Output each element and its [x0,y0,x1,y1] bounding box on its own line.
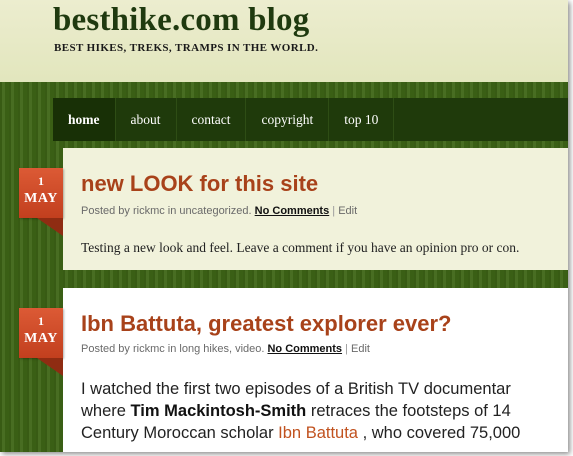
text-span: , who covered 75,000 [357,424,521,442]
site-header: besthike.com blog BEST HIKES, TREKS, TRA… [0,0,568,82]
post-meta: Posted by rickmc in uncategorized. No Co… [81,205,357,217]
edit-link[interactable]: Edit [351,343,370,355]
meta-separator: | [332,205,336,217]
post-title[interactable]: Ibn Battuta, greatest explorer ever? [81,311,451,337]
date-badge: 1 MAY [19,168,63,218]
nav-home[interactable]: home [53,98,116,141]
post-ibn-battuta: Ibn Battuta, greatest explorer ever? Pos… [63,288,568,452]
date-day: 1 [38,174,44,188]
date-badge-fold [37,218,63,236]
post-title[interactable]: new LOOK for this site [81,171,318,197]
meta-separator: | [345,343,348,355]
date-day: 1 [38,314,44,328]
nav-contact[interactable]: contact [177,98,247,141]
post-meta: Posted by rickmc in long hikes, video. N… [81,343,370,355]
text-span: where [81,402,131,420]
text-span: Century Moroccan scholar [81,424,279,442]
post-body: I watched the first two episodes of a Br… [81,378,568,444]
post-excerpt: Testing a new look and feel. Leave a com… [81,240,520,255]
site-title[interactable]: besthike.com blog [53,2,309,39]
site-tagline: BEST HIKES, TREKS, TRAMPS IN THE WORLD. [54,42,319,54]
post-body-line: I watched the first two episodes of a Br… [81,380,511,398]
page-frame: besthike.com blog BEST HIKES, TREKS, TRA… [0,0,568,452]
text-span: retraces the footsteps of 14 [306,402,511,420]
post-meta-byline: Posted by rickmc in long hikes, video. [81,343,265,355]
date-badge: 1 MAY [19,308,63,358]
date-badge-fold [37,358,63,376]
nav-about[interactable]: about [116,98,177,141]
main-nav: home about contact copyright top 10 [53,98,568,141]
post-body-line: where Tim Mackintosh-Smith retraces the … [81,400,568,422]
edit-link[interactable]: Edit [338,205,357,217]
ibn-battuta-link[interactable]: Ibn Battuta [278,424,358,442]
nav-copyright[interactable]: copyright [246,98,330,141]
comments-link[interactable]: No Comments [267,343,342,355]
date-month: MAY [24,191,58,206]
post-new-look: new LOOK for this site Posted by rickmc … [63,148,568,270]
date-month: MAY [24,331,58,346]
post-meta-byline: Posted by rickmc in uncategorized. [81,205,252,217]
nav-top-10[interactable]: top 10 [329,98,395,141]
comments-link[interactable]: No Comments [255,205,330,217]
post-body-line: Century Moroccan scholar Ibn Battuta , w… [81,422,568,444]
person-name: Tim Mackintosh-Smith [130,402,307,420]
